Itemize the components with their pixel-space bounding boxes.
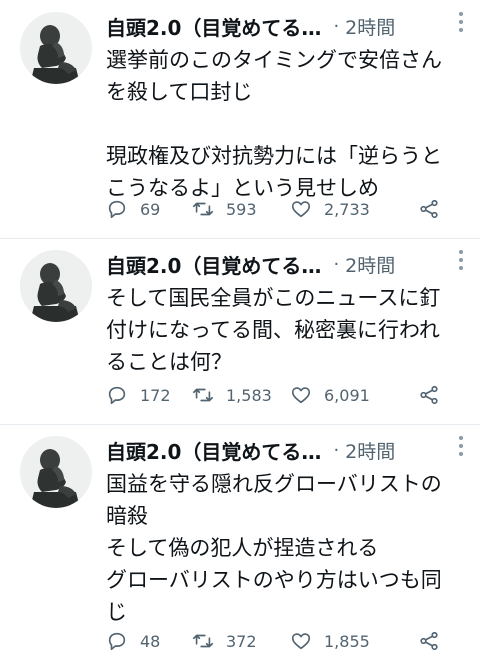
reply-count: 69 <box>140 199 161 219</box>
like-button[interactable]: 1,855 <box>290 630 418 652</box>
timestamp[interactable]: 2時間 <box>345 437 395 464</box>
retweet-button[interactable]: 593 <box>192 198 290 220</box>
share-icon <box>420 199 438 219</box>
tweet-feed: 自頭2.0（目覚めてる… · 2時間 選挙前のこのタイミングで安倍さん を殺して… <box>0 0 480 656</box>
like-count: 6,091 <box>324 385 370 405</box>
tweet-header: 自頭2.0（目覚めてる… · 2時間 <box>106 432 468 468</box>
display-name[interactable]: 自頭2.0（目覚めてる… <box>106 250 321 279</box>
thinker-statue-avatar <box>20 250 92 322</box>
tweet-header: 自頭2.0（目覚めてる… · 2時間 <box>106 8 468 44</box>
separator-dot: · <box>333 15 340 37</box>
avatar[interactable] <box>20 250 92 322</box>
tweet-text: そして国民全員がこのニュースに釘 付けになってる間、秘密裏に行われ ることは何？ <box>106 286 441 374</box>
like-button[interactable]: 6,091 <box>290 384 418 406</box>
retweet-button[interactable]: 372 <box>192 630 290 652</box>
tweet-content: 自頭2.0（目覚めてる… · 2時間 国益を守る隠れ反グローバリストの 暗殺 そ… <box>106 424 468 628</box>
reply-count: 172 <box>140 385 171 405</box>
tweet[interactable]: 自頭2.0（目覚めてる… · 2時間 選挙前のこのタイミングで安倍さん を殺して… <box>0 0 480 238</box>
tweet-actions: 172 1,583 6,091 <box>106 384 440 406</box>
tweet[interactable]: 自頭2.0（目覚めてる… · 2時間 そして国民全員がこのニュースに釘 付けにな… <box>0 238 480 424</box>
separator-dot: · <box>333 439 340 461</box>
tweet-actions: 48 372 1,855 <box>106 630 440 652</box>
thinker-statue-avatar <box>20 12 92 84</box>
display-name[interactable]: 自頭2.0（目覚めてる… <box>106 12 321 41</box>
timestamp[interactable]: 2時間 <box>345 251 395 278</box>
thinker-statue-avatar <box>20 436 92 508</box>
retweet-button[interactable]: 1,583 <box>192 384 290 406</box>
avatar[interactable] <box>20 12 92 84</box>
like-count: 1,855 <box>324 631 370 651</box>
tweet-actions: 69 593 2,733 <box>106 198 440 220</box>
reply-icon <box>108 632 126 651</box>
more-icon[interactable] <box>458 12 464 36</box>
tweet[interactable]: 自頭2.0（目覚めてる… · 2時間 国益を守る隠れ反グローバリストの 暗殺 そ… <box>0 424 480 656</box>
avatar[interactable] <box>20 436 92 508</box>
retweet-count: 372 <box>226 631 257 651</box>
tweet-content: 自頭2.0（目覚めてる… · 2時間 そして国民全員がこのニュースに釘 付けにな… <box>106 238 468 378</box>
more-icon[interactable] <box>458 436 464 460</box>
tweet-text: 選挙前のこのタイミングで安倍さん を殺して口封じ 現政権及び対抗勢力には「逆らう… <box>106 48 442 200</box>
more-icon[interactable] <box>458 250 464 274</box>
retweet-icon <box>193 388 213 402</box>
heart-icon <box>291 633 311 650</box>
reply-button[interactable]: 69 <box>106 198 192 220</box>
like-button[interactable]: 2,733 <box>290 198 418 220</box>
retweet-icon <box>193 202 213 216</box>
tweet-text: 国益を守る隠れ反グローバリストの 暗殺 そして偽の犯人が捏造される グローバリス… <box>106 472 442 624</box>
retweet-count: 1,583 <box>226 385 272 405</box>
share-icon <box>420 385 438 405</box>
reply-icon <box>108 386 126 405</box>
tweet-header: 自頭2.0（目覚めてる… · 2時間 <box>106 246 468 282</box>
retweet-icon <box>193 634 213 648</box>
reply-icon <box>108 200 126 219</box>
retweet-count: 593 <box>226 199 257 219</box>
reply-button[interactable]: 172 <box>106 384 192 406</box>
share-button[interactable] <box>418 384 440 406</box>
display-name[interactable]: 自頭2.0（目覚めてる… <box>106 436 321 465</box>
like-count: 2,733 <box>324 199 370 219</box>
heart-icon <box>291 201 311 218</box>
separator-dot: · <box>333 253 340 275</box>
timestamp[interactable]: 2時間 <box>345 13 395 40</box>
reply-button[interactable]: 48 <box>106 630 192 652</box>
share-icon <box>420 631 438 651</box>
share-button[interactable] <box>418 630 440 652</box>
share-button[interactable] <box>418 198 440 220</box>
tweet-content: 自頭2.0（目覚めてる… · 2時間 選挙前のこのタイミングで安倍さん を殺して… <box>106 0 468 204</box>
heart-icon <box>291 387 311 404</box>
reply-count: 48 <box>140 631 161 651</box>
